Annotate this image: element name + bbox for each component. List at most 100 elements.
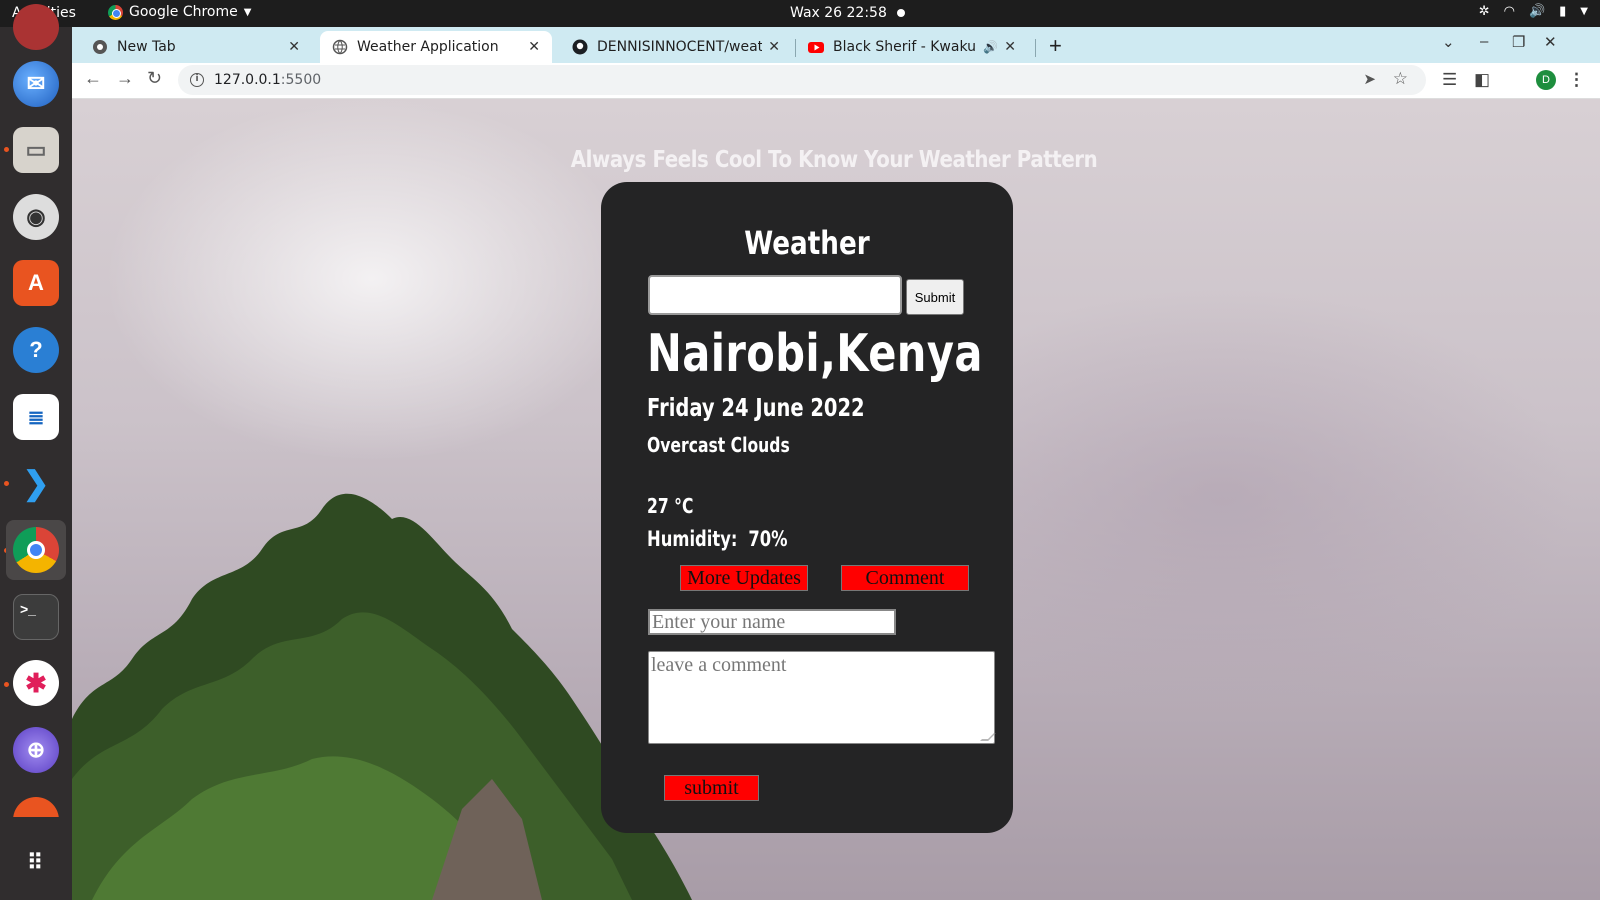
new-tab-button[interactable]: + — [1049, 33, 1062, 59]
comment-textarea[interactable]: leave a comment — [648, 651, 996, 744]
more-updates-button[interactable]: More Updates — [680, 565, 808, 591]
dock-vscode[interactable]: ❯ — [6, 453, 66, 513]
restore-icon[interactable]: ❐ — [1512, 33, 1525, 51]
close-icon[interactable]: ✕ — [1004, 39, 1016, 55]
tab-github-repo[interactable]: DENNISINNOCENT/weat ✕ — [560, 31, 792, 63]
page-heading: Always Feels Cool To Know Your Weather P… — [570, 147, 1098, 173]
slack-icon: ✱ — [13, 660, 59, 706]
dock-writer[interactable]: ≣ — [6, 387, 66, 447]
url-port: :5500 — [280, 72, 322, 88]
dock-slack[interactable]: ✱ — [6, 653, 66, 713]
youtube-icon — [808, 39, 824, 55]
tab-strip: New Tab ✕ Weather Application ✕ DENNISIN… — [72, 27, 1600, 63]
weather-card: Weather Submit Nairobi,Kenya Friday 24 J… — [601, 182, 1013, 833]
minimize-icon[interactable]: – — [1480, 33, 1488, 50]
network-app-icon: ⊕ — [13, 727, 59, 773]
show-applications-button[interactable]: ⠿ — [6, 833, 66, 893]
volume-icon: 🔊 — [1528, 4, 1546, 19]
humidity-label: Humidity: — [647, 527, 738, 551]
back-icon[interactable]: ← — [84, 68, 102, 89]
current-date: Friday 24 June 2022 — [647, 393, 865, 422]
dock-help[interactable]: ? — [6, 320, 66, 380]
software-store-icon: A — [13, 260, 59, 306]
wifi-icon: ◠ — [1503, 4, 1515, 19]
battery-icon: ▮ — [1559, 4, 1567, 19]
tab-label: New Tab — [117, 39, 176, 55]
notification-dot-icon — [896, 9, 905, 17]
dock-partial-item[interactable] — [6, 0, 66, 57]
tab-youtube[interactable]: Black Sherif - Kwaku th 🔊 ✕ — [796, 31, 1028, 63]
search-submit-button[interactable]: Submit — [906, 279, 964, 315]
dock-rhythmbox[interactable]: ◉ — [6, 187, 66, 247]
close-icon[interactable]: ✕ — [768, 39, 780, 55]
comment-placeholder: leave a comment — [651, 654, 787, 676]
dock-software[interactable]: A — [6, 253, 66, 313]
send-to-device-icon[interactable]: ➤ — [1363, 70, 1376, 88]
files-icon: ▭ — [13, 127, 59, 173]
system-tray[interactable]: ✲ ◠ 🔊 ▮ ▼ — [1479, 4, 1588, 19]
humidity-value: 70% — [748, 527, 788, 551]
resize-handle-icon[interactable] — [980, 733, 996, 741]
reading-list-icon[interactable]: ☰ — [1442, 70, 1457, 90]
dock-browser-app[interactable]: ⊕ — [6, 720, 66, 780]
address-bar[interactable]: i 127.0.0.1:5500 ➤ ☆ — [178, 65, 1426, 95]
reload-icon[interactable]: ↻ — [147, 68, 162, 89]
caret-down-icon: ▼ — [1580, 6, 1588, 17]
audio-playing-icon[interactable]: 🔊 — [983, 40, 998, 54]
chrome-icon — [92, 39, 108, 55]
tab-separator — [1035, 39, 1036, 57]
terminal-icon: >_ — [13, 594, 59, 640]
background-trees — [72, 493, 692, 900]
browser-toolbar: ← → ↻ i 127.0.0.1:5500 ➤ ☆ ☰ ◧ D ⋮ — [72, 63, 1600, 99]
dock-terminal[interactable]: >_ — [6, 587, 66, 647]
globe-icon — [332, 39, 348, 55]
close-window-icon[interactable]: ✕ — [1544, 33, 1557, 51]
side-panel-icon[interactable]: ◧ — [1474, 70, 1490, 90]
chrome-icon — [108, 4, 123, 20]
close-icon[interactable]: ✕ — [528, 39, 540, 55]
tab-label: DENNISINNOCENT/weat — [597, 39, 763, 55]
tab-label: Weather Application — [357, 39, 499, 55]
tab-weather-application[interactable]: Weather Application ✕ — [320, 31, 552, 63]
vscode-icon: ❯ — [22, 465, 50, 501]
help-icon: ? — [13, 327, 59, 373]
tab-search-icon[interactable]: ⌄ — [1442, 33, 1455, 51]
menu-icon[interactable]: ⋮ — [1568, 70, 1585, 90]
close-icon[interactable]: ✕ — [288, 39, 300, 55]
forward-icon[interactable]: → — [116, 68, 134, 89]
profile-avatar[interactable]: D — [1536, 70, 1556, 90]
comment-button[interactable]: Comment — [841, 565, 969, 591]
city-search-input[interactable] — [648, 275, 902, 315]
writer-icon: ≣ — [13, 394, 59, 440]
app-menu[interactable]: Google Chrome ▼ — [108, 4, 251, 20]
app-grid-icon: ⠿ — [26, 850, 46, 875]
site-info-icon[interactable]: i — [190, 73, 204, 87]
city-name: Nairobi,Kenya — [647, 324, 983, 384]
dock-chrome[interactable] — [6, 520, 66, 580]
app-icon — [13, 4, 59, 50]
dock-partial-item[interactable] — [6, 787, 66, 817]
weather-condition: Overcast Clouds — [647, 433, 790, 457]
dock-thunderbird[interactable]: ✉ — [6, 54, 66, 114]
card-title: Weather — [744, 224, 870, 262]
system-top-bar: Activities Google Chrome ▼ Wax 26 22:58 … — [0, 0, 1600, 27]
app-menu-label: Google Chrome — [129, 4, 238, 20]
name-input[interactable]: Enter your name — [648, 609, 896, 635]
tab-label: Black Sherif - Kwaku th — [833, 39, 977, 55]
submit-comment-button[interactable]: submit — [664, 775, 759, 801]
caret-down-icon: ▼ — [243, 6, 252, 18]
dock-files[interactable]: ▭ — [6, 120, 66, 180]
github-icon — [572, 39, 588, 55]
browser-window: New Tab ✕ Weather Application ✕ DENNISIN… — [72, 27, 1600, 900]
slack-tray-icon: ✲ — [1478, 4, 1490, 19]
rhythmbox-icon: ◉ — [13, 194, 59, 240]
thunderbird-icon: ✉ — [13, 61, 59, 107]
dock: ✉ ▭ ◉ A ? ≣ ❯ >_ ✱ ⊕ ⠿ — [0, 4, 72, 900]
clock[interactable]: Wax 26 22:58 — [790, 5, 905, 21]
bookmark-star-icon[interactable]: ☆ — [1393, 69, 1408, 89]
humidity-row: Humidity: 70% — [647, 527, 788, 551]
tab-new-tab[interactable]: New Tab ✕ — [80, 31, 312, 63]
chrome-icon — [13, 527, 59, 573]
temperature: 27 °C — [647, 494, 694, 518]
url-host: 127.0.0.1 — [214, 72, 281, 88]
